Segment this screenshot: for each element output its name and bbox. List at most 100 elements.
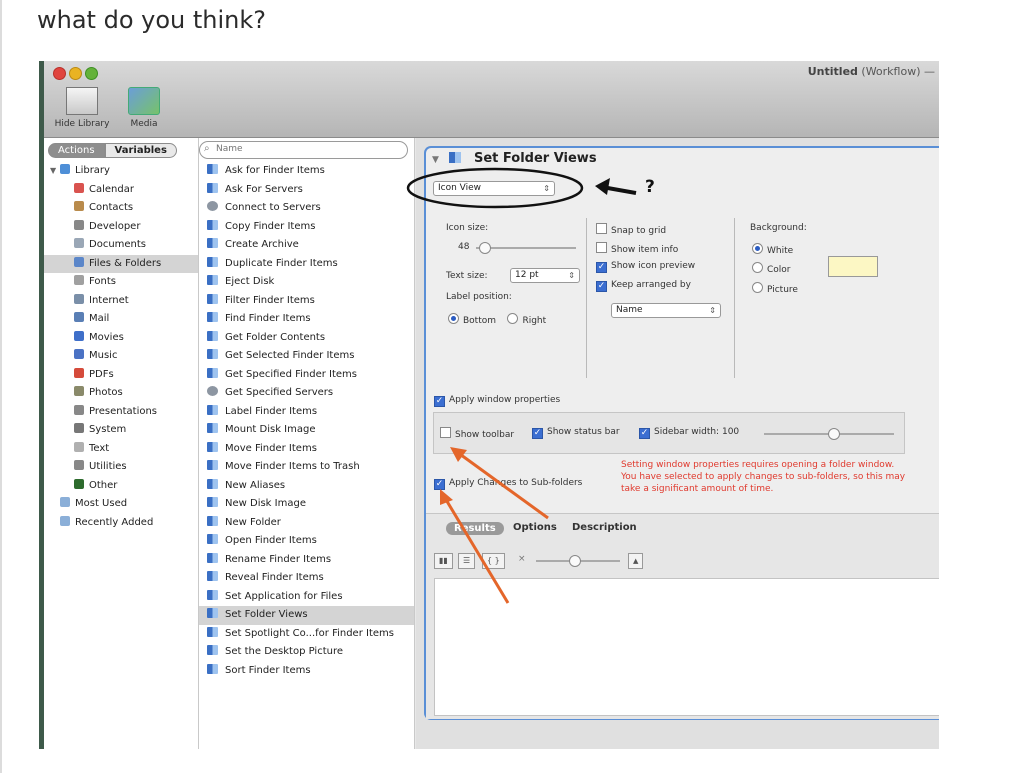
action-item[interactable]: Set Spotlight Co...for Finder Items: [199, 625, 414, 644]
snap-to-grid-checkbox[interactable]: [596, 223, 607, 234]
show-status-bar-option[interactable]: ✓ Show status bar: [532, 427, 620, 439]
view-code-button[interactable]: { }: [482, 553, 505, 569]
show-toolbar-checkbox[interactable]: [440, 427, 451, 438]
tab-options[interactable]: Options: [513, 522, 557, 533]
library-item[interactable]: Recently Added: [44, 514, 198, 533]
library-item[interactable]: System: [44, 421, 198, 440]
action-item[interactable]: Move Finder Items to Trash: [199, 458, 414, 477]
view-list-button[interactable]: ☰: [458, 553, 476, 569]
keep-arranged-checkbox[interactable]: ✓: [596, 281, 607, 292]
apply-subfolders-option[interactable]: ✓ Apply Changes to Sub-folders: [434, 478, 582, 490]
view-type-popup[interactable]: Icon View ⇕: [433, 181, 555, 196]
action-search-input[interactable]: [216, 143, 396, 155]
library-item[interactable]: Presentations: [44, 403, 198, 422]
library-item[interactable]: ▼ Library: [44, 162, 198, 181]
action-item[interactable]: Reveal Finder Items: [199, 569, 414, 588]
bg-white-option[interactable]: White: [752, 243, 793, 256]
radio-white[interactable]: [752, 243, 763, 254]
action-item[interactable]: Get Folder Contents: [199, 329, 414, 348]
minimize-window-button[interactable]: [69, 67, 82, 80]
library-item[interactable]: Files & Folders: [44, 254, 198, 273]
action-item[interactable]: Set Application for Files: [199, 588, 414, 607]
action-item[interactable]: Mount Disk Image: [199, 421, 414, 440]
action-item[interactable]: Get Specified Servers: [199, 384, 414, 403]
sidebar-width-slider-knob[interactable]: [827, 428, 840, 440]
label-right-option[interactable]: Right: [507, 313, 546, 326]
library-item[interactable]: Documents: [44, 236, 198, 255]
close-window-button[interactable]: [53, 67, 66, 80]
results-zoom-slider-knob[interactable]: [568, 555, 581, 567]
action-item[interactable]: Ask for Finder Items: [199, 162, 414, 181]
zoom-in-icon[interactable]: ▲: [628, 553, 644, 569]
tab-variables[interactable]: Variables: [104, 143, 177, 158]
action-item[interactable]: New Disk Image: [199, 495, 414, 514]
tab-description[interactable]: Description: [572, 522, 637, 533]
sidebar-width-checkbox[interactable]: ✓: [639, 428, 650, 439]
action-item[interactable]: Rename Finder Items: [199, 551, 414, 570]
library-item[interactable]: Mail: [44, 310, 198, 329]
zoom-window-button[interactable]: [85, 67, 98, 80]
action-item[interactable]: Eject Disk: [199, 273, 414, 292]
action-item[interactable]: Open Finder Items: [199, 532, 414, 551]
library-item[interactable]: Contacts: [44, 199, 198, 218]
library-item[interactable]: Most Used: [44, 495, 198, 514]
tab-actions[interactable]: Actions: [48, 143, 105, 158]
apply-window-properties-checkbox[interactable]: ✓: [434, 396, 445, 407]
library-item[interactable]: PDFs: [44, 366, 198, 385]
library-item[interactable]: Utilities: [44, 458, 198, 477]
icon-size-slider[interactable]: [476, 247, 576, 249]
action-header[interactable]: ▼ Set Folder Views: [432, 151, 597, 166]
view-columns-button[interactable]: ▮▮: [434, 553, 453, 569]
action-item[interactable]: Set Folder Views: [199, 606, 414, 625]
apply-window-properties-option[interactable]: ✓ Apply window properties: [434, 395, 560, 407]
show-status-bar-checkbox[interactable]: ✓: [532, 428, 543, 439]
background-color-well[interactable]: [828, 256, 878, 277]
show-icon-preview-checkbox[interactable]: ✓: [596, 262, 607, 273]
sidebar-width-option[interactable]: ✓ Sidebar width: 100: [639, 427, 739, 439]
show-icon-preview-option[interactable]: ✓ Show icon preview: [596, 261, 695, 273]
label-bottom-option[interactable]: Bottom: [448, 313, 496, 326]
bg-picture-option[interactable]: Picture: [752, 282, 798, 295]
apply-subfolders-checkbox[interactable]: ✓: [434, 479, 445, 490]
disclosure-triangle-icon[interactable]: ▼: [432, 155, 439, 165]
radio-right[interactable]: [507, 313, 519, 324]
library-item[interactable]: Movies: [44, 329, 198, 348]
radio-picture[interactable]: [752, 282, 763, 293]
action-item[interactable]: Find Finder Items: [199, 310, 414, 329]
library-item[interactable]: Calendar: [44, 181, 198, 200]
radio-bottom[interactable]: [448, 313, 459, 324]
action-item[interactable]: Filter Finder Items: [199, 292, 414, 311]
library-item[interactable]: Text: [44, 440, 198, 459]
library-item[interactable]: Fonts: [44, 273, 198, 292]
action-item[interactable]: New Folder: [199, 514, 414, 533]
snap-to-grid-option[interactable]: Snap to grid: [596, 223, 666, 236]
action-item[interactable]: Move Finder Items: [199, 440, 414, 459]
show-toolbar-option[interactable]: Show toolbar: [440, 427, 514, 440]
action-item[interactable]: Connect to Servers: [199, 199, 414, 218]
action-item[interactable]: Get Specified Finder Items: [199, 366, 414, 385]
icon-size-slider-knob[interactable]: [479, 242, 491, 254]
action-item[interactable]: Set the Desktop Picture: [199, 643, 414, 662]
action-item[interactable]: Label Finder Items: [199, 403, 414, 422]
library-item[interactable]: Developer: [44, 218, 198, 237]
media-button[interactable]: Media: [116, 87, 172, 133]
action-item[interactable]: Copy Finder Items: [199, 218, 414, 237]
action-item[interactable]: New Aliases: [199, 477, 414, 496]
disclosure-triangle-icon[interactable]: ▼: [50, 162, 60, 181]
text-size-popup[interactable]: 12 pt ⇕: [510, 268, 580, 283]
action-item[interactable]: Sort Finder Items: [199, 662, 414, 681]
library-item[interactable]: Music: [44, 347, 198, 366]
action-item[interactable]: Ask For Servers: [199, 181, 414, 200]
action-item[interactable]: Duplicate Finder Items: [199, 255, 414, 274]
library-item[interactable]: Internet: [44, 292, 198, 311]
action-item[interactable]: Create Archive: [199, 236, 414, 255]
zoom-out-icon[interactable]: ×: [518, 554, 526, 564]
action-search-field[interactable]: ⌕: [199, 141, 408, 159]
arrange-by-popup[interactable]: Name ⇕: [611, 303, 721, 318]
action-item[interactable]: Get Selected Finder Items: [199, 347, 414, 366]
library-item[interactable]: Photos: [44, 384, 198, 403]
hide-library-button[interactable]: Hide Library: [54, 87, 110, 133]
radio-color[interactable]: [752, 262, 763, 273]
show-item-info-option[interactable]: Show item info: [596, 242, 678, 255]
library-item[interactable]: Other: [44, 477, 198, 496]
